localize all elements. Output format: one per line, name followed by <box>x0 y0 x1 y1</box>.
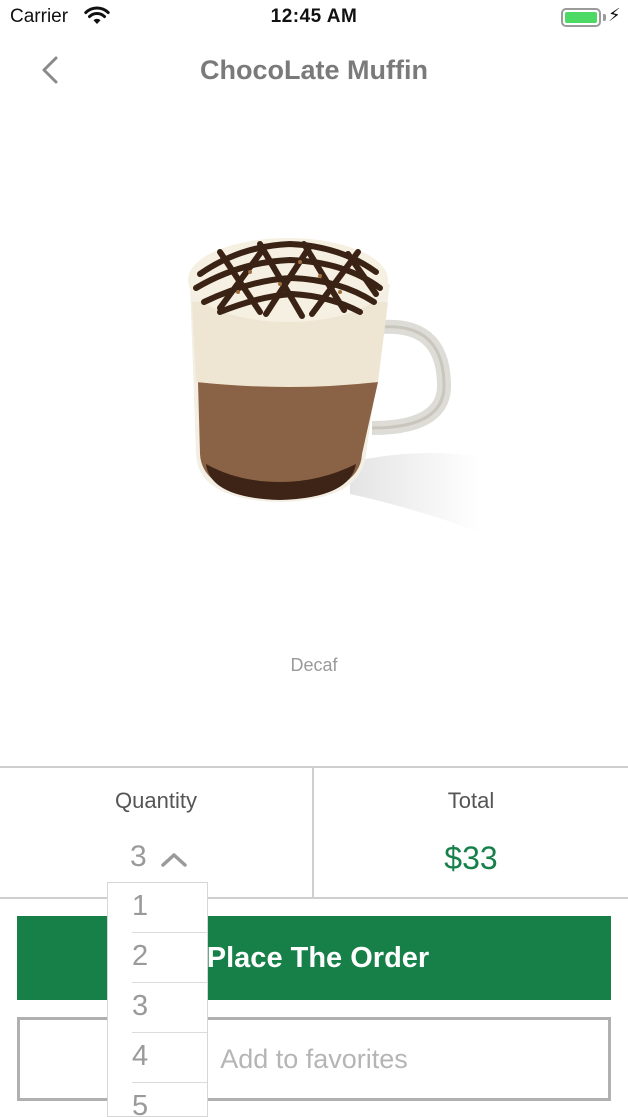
charging-bolt-icon: ⚡︎ <box>608 5 621 25</box>
quantity-option-label: 2 <box>132 940 149 972</box>
quantity-select[interactable]: 3 <box>120 836 200 880</box>
chevron-up-icon <box>161 853 187 867</box>
battery-level-fill <box>565 12 597 23</box>
product-image <box>188 238 480 532</box>
quantity-label: Quantity <box>115 788 197 813</box>
add-to-favorites-label: Add to favorites <box>220 1043 408 1074</box>
quantity-option[interactable]: 3 <box>108 983 207 1033</box>
battery-icon <box>561 8 601 27</box>
quantity-option-label: 5 <box>132 1090 149 1117</box>
status-time: 12:45 AM <box>270 6 358 27</box>
quantity-option[interactable]: 5 <box>108 1083 207 1117</box>
quantity-dropdown[interactable]: 1 2 3 4 5 <box>107 882 208 1117</box>
quantity-option[interactable]: 2 <box>108 933 207 983</box>
product-caption: Decaf <box>290 655 338 675</box>
quantity-option[interactable]: 4 <box>108 1033 207 1083</box>
place-order-label: Place The Order <box>206 941 430 974</box>
page-title: ChocoLate Muffin <box>200 55 428 85</box>
quantity-option[interactable]: 1 <box>108 883 207 933</box>
battery-tip <box>603 14 606 21</box>
status-bar: Carrier 12:45 AM ⚡︎ <box>0 0 628 36</box>
quantity-value: 3 <box>130 840 147 873</box>
quantity-option-label: 4 <box>132 1040 149 1072</box>
total-label: Total <box>447 788 495 813</box>
quantity-option-label: 3 <box>132 990 149 1022</box>
quantity-option-label: 1 <box>132 890 149 922</box>
total-value: $33 <box>444 840 498 876</box>
order-info-panel: Quantity Total 3 $33 <box>0 766 628 899</box>
